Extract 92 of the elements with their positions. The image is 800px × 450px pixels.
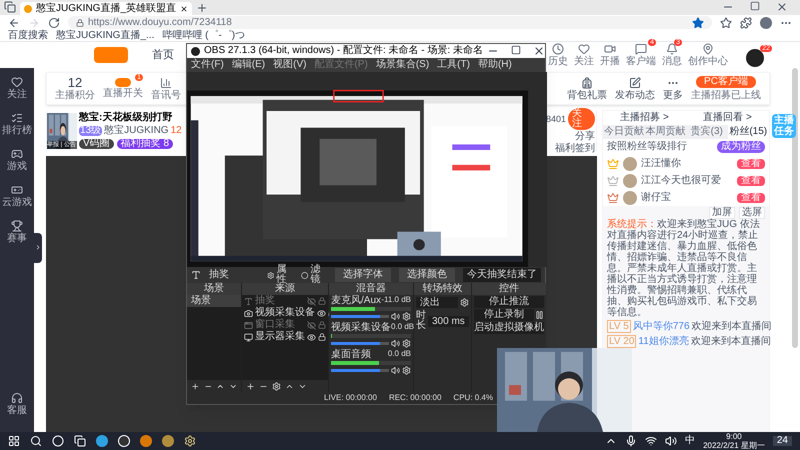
sidebar-item[interactable]: 客服 (7, 392, 27, 416)
recruit-note: 主播招募已上线 (691, 91, 761, 101)
channel-reading: 0.0 dB (391, 323, 414, 333)
bookmark[interactable]: 哔哩哔哩 (゜-゜)つ (162, 30, 246, 40)
chat-tool-button[interactable]: 选屏 (739, 207, 765, 219)
nav-link[interactable]: 首页 (152, 50, 174, 60)
menu-item[interactable]: 帮助(H) (478, 60, 512, 70)
chat-message: 欢迎来到本直播间 (690, 336, 771, 347)
streamer-name: 憨宝JUGKING (104, 126, 169, 136)
score-label: 主播积分 (55, 91, 95, 101)
panel-tab[interactable]: 本周贡献 (644, 125, 686, 139)
sidebar-toggle[interactable]: › (34, 233, 42, 263)
channel-name: 视频采集设备 (331, 323, 391, 333)
signal-tool[interactable]: 音讯号 (151, 76, 181, 100)
header-link[interactable]: 关注 (574, 43, 594, 67)
panel-link[interactable]: 直播回看 > (703, 113, 752, 123)
scene-item[interactable]: 场景 (187, 295, 241, 307)
clock-time: 9:00 (726, 432, 742, 440)
panel-tab[interactable]: 贵宾(3) (686, 125, 728, 139)
source-item[interactable]: 抽奖 (242, 295, 328, 307)
dock-title: 转场特效 (414, 283, 471, 295)
channel-name: 麦克风/Aux (331, 296, 382, 306)
notification-count[interactable]: 24 (772, 436, 792, 446)
stream-title: 憨宝:天花板级别打野 (79, 113, 174, 123)
channel-reading: 0.0 dB (388, 350, 411, 360)
dock-title: 来源 (242, 283, 328, 295)
menu-item[interactable]: 工具(T) (437, 60, 470, 70)
header-link[interactable]: 开播 (600, 43, 620, 67)
source-item[interactable]: 显示器采集 (242, 331, 328, 343)
dock-title: 场景 (187, 283, 241, 295)
source-item[interactable]: 视频采集设备 (242, 307, 328, 319)
source-name: 抽奖 (209, 270, 230, 280)
level-badge: LV 5 (607, 320, 631, 333)
cpu-status: CPU: 0.4% (453, 394, 493, 402)
menu-item[interactable]: 编辑(E) (232, 60, 266, 70)
fan-name: 谢仔宝 (641, 192, 671, 202)
follower-count: 8401 (546, 114, 566, 124)
transition-select[interactable]: 淡出 (416, 297, 458, 308)
sign-in-link[interactable]: 福利签到 (555, 144, 595, 154)
window-title: OBS 27.1.3 (64-bit, windows) - 配置文件: 未命名 - 场景: 未命名 (204, 46, 483, 56)
sidebar-item[interactable]: 排行榜 (2, 112, 32, 136)
tool-link[interactable]: 更多 (663, 76, 683, 100)
menu-item[interactable]: 视图(V) (273, 60, 306, 70)
user-name: 11姐你漂亮 (638, 336, 689, 347)
source-item[interactable]: 窗口采集 (242, 319, 328, 331)
channel-reading: -11.0 dB (381, 296, 411, 306)
system-notice: 系统提示：欢迎来到憨宝JUG 依法对直播内容进行24小时巡查，禁止传播封建迷信、暴力血腥、低俗色情、招嫖诈骗、违禁品等不良信息。严禁未成年人直播或打赏。主播以不正当方式诱导打赏，注意理性消费。警惕招聘兼职、代练代抽、购买礼包码游戏币、私下交易等信息。 (607, 219, 761, 318)
level-badge: LV 20 (607, 335, 636, 348)
share-link[interactable]: 分享 (575, 132, 595, 142)
sidebar-item[interactable]: 关注 (7, 76, 27, 100)
color-button[interactable]: 选择颜色 (399, 268, 455, 282)
duration-label: 时长 (416, 311, 426, 331)
score-value: 12 (68, 76, 82, 89)
control-button[interactable]: 停止录制 (474, 309, 534, 321)
menu-item[interactable]: 场景集合(S) (376, 60, 430, 70)
browser-tab[interactable]: 憨宝JUGKING直播_英雄联盟直 (20, 2, 192, 15)
live-status: LIVE: 00:00:00 (324, 394, 377, 402)
join-fan-button[interactable]: 成为粉丝 (717, 141, 765, 153)
user-name: 风中等你776 (632, 321, 690, 332)
panel-tab[interactable]: 今日贡献 (603, 125, 644, 139)
channel-name: 桌面音频 (331, 350, 371, 360)
rec-status: REC: 00:00:00 (388, 394, 442, 402)
sidebar-item[interactable]: 云游戏 (2, 184, 32, 208)
dock-title: 控件 (472, 283, 546, 295)
panel-link[interactable]: 主播招募 > (620, 113, 669, 123)
heat-count: 12 (170, 126, 182, 136)
header-link[interactable]: 创作中心 (688, 43, 728, 67)
sidebar-item[interactable]: 游戏 (7, 148, 27, 172)
tool-link[interactable]: 背包礼票 (567, 76, 607, 100)
tool-link[interactable]: 发布动态 (615, 76, 655, 100)
switch-label: 直播开关 (103, 89, 143, 99)
rank-title: 按照粉丝等级排行 (607, 142, 687, 152)
bookmark[interactable]: 百度搜索 (8, 30, 48, 40)
text-field[interactable]: 今天抽奖结束了 (463, 268, 541, 282)
sidebar-item[interactable]: 赛事 (7, 220, 27, 244)
duration-field[interactable]: 300 ms (428, 316, 469, 326)
panel-tab[interactable]: 粉丝(15) (728, 125, 769, 139)
fan-name: 汪汪懂你 (641, 158, 681, 168)
fan-name: 江江今天也很可爱 (641, 176, 721, 186)
chat-tool-button[interactable]: 加屏 (709, 207, 735, 219)
chat-message: 欢迎来到本直播间 (692, 321, 772, 332)
clock-date: 2022/2/21 星期一 (703, 442, 765, 450)
menu-item[interactable]: 文件(F) (191, 60, 224, 70)
address-bar[interactable]: https://www.douyu.com/7234118 (68, 16, 712, 29)
control-button[interactable]: 停止推流 (474, 296, 544, 308)
control-button[interactable]: 启动虚拟摄像机 (474, 322, 544, 334)
toolbar-button[interactable]: 滤镜 (301, 265, 327, 285)
dock-title: 混音器 (329, 283, 413, 295)
header-link[interactable]: 历史 (548, 43, 568, 67)
bookmark[interactable]: 憨宝JUGKING直播_... (56, 30, 154, 40)
input-method[interactable]: 中 (685, 436, 696, 446)
font-button[interactable]: 选择字体 (335, 268, 391, 282)
